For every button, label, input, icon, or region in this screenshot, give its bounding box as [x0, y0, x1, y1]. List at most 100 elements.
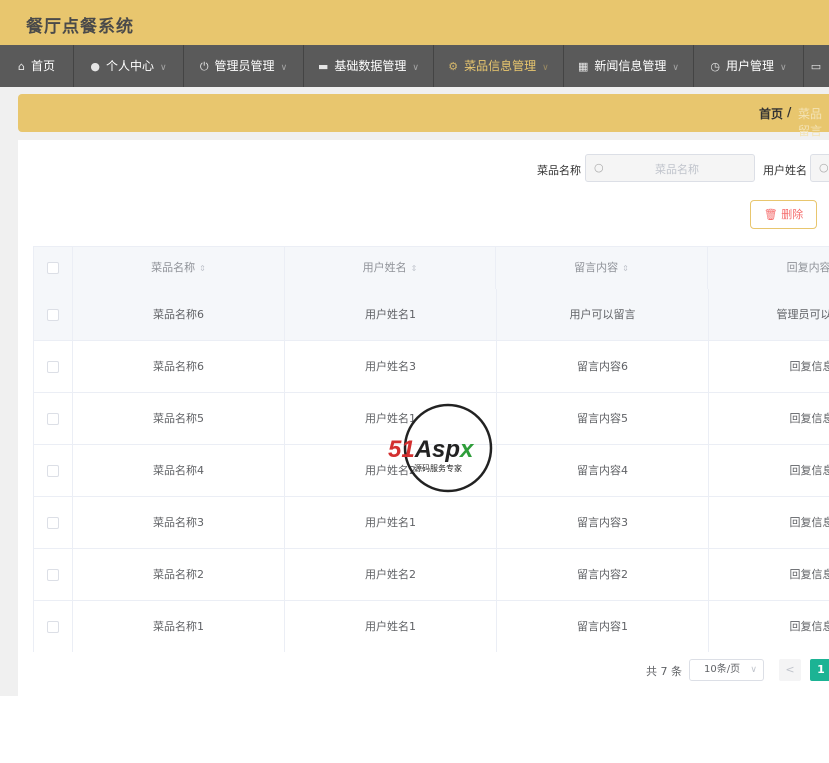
- cell-user: 用户姓名1: [285, 289, 497, 340]
- cell-reply: 管理员可以回复: [776, 308, 829, 321]
- user-name-label: 用户姓名: [763, 164, 807, 177]
- column-header-reply[interactable]: 回复内容⇕: [708, 247, 829, 289]
- sort-icon[interactable]: ⇕: [411, 264, 418, 273]
- chevron-down-icon: ∨: [160, 63, 167, 73]
- monitor-icon: ▬: [317, 60, 329, 73]
- row-select-cell: [34, 393, 73, 444]
- chevron-down-icon: ∨: [412, 63, 419, 73]
- cell-reply: 回复信息1: [789, 620, 829, 633]
- chevron-down-icon: ∨: [672, 63, 679, 73]
- chevron-down-icon: ∨: [780, 63, 787, 73]
- breadcrumb: 首页 / 菜品留言: [18, 94, 829, 138]
- cell-reply: 回复信息2: [789, 568, 829, 581]
- nav-item-label: 用户管理: [726, 59, 775, 73]
- cell-dish: 菜品名称2: [73, 549, 285, 600]
- table-row[interactable]: 菜品名称1 用户姓名1 留言内容1 回复信息1: [34, 601, 829, 652]
- table-row[interactable]: 菜品名称3 用户姓名1 留言内容3 回复信息3: [34, 497, 829, 549]
- gear-icon: ⚙: [448, 60, 459, 73]
- nav-item-users[interactable]: ◷ 用户管理 ∨: [694, 45, 804, 87]
- nav-item-admin[interactable]: ⏻ 管理员管理 ∨: [184, 45, 304, 87]
- page-number-current[interactable]: 1: [810, 659, 829, 681]
- row-checkbox[interactable]: [47, 621, 59, 633]
- row-checkbox[interactable]: [47, 569, 59, 581]
- cell-user: 用户姓名1: [285, 497, 497, 548]
- nav-item-personal[interactable]: ● 个人中心 ∨: [74, 45, 184, 87]
- column-header-label: 回复内容: [786, 261, 829, 274]
- sort-icon[interactable]: ⇕: [199, 264, 206, 273]
- cell-reply: 回复信息3: [789, 516, 829, 529]
- row-checkbox[interactable]: [47, 517, 59, 529]
- cell-user: 用户姓名1: [285, 601, 497, 652]
- page-size-select[interactable]: 10条/页 ∨: [689, 659, 764, 681]
- nav-item-label: 菜品信息管理: [464, 59, 537, 73]
- watermark-brand: 51Aspx: [388, 436, 475, 463]
- nav-item-more[interactable]: ▭: [804, 45, 829, 87]
- cell-dish: 菜品名称1: [73, 601, 285, 652]
- cell-dish: 菜品名称3: [73, 497, 285, 548]
- row-checkbox[interactable]: [47, 361, 59, 373]
- column-header-message[interactable]: 留言内容 ⇕: [496, 247, 708, 289]
- delete-button[interactable]: 🗑 删除: [750, 200, 817, 229]
- cell-message: 留言内容5: [497, 393, 709, 444]
- row-select-cell: [34, 497, 73, 548]
- row-select-cell: [34, 445, 73, 496]
- prev-page-button[interactable]: <: [779, 659, 801, 681]
- table-row[interactable]: 菜品名称6 用户姓名3 留言内容6 回复信息6: [34, 341, 829, 393]
- cell-reply: 回复信息5: [789, 412, 829, 425]
- select-all-checkbox[interactable]: [47, 262, 59, 274]
- row-checkbox[interactable]: [47, 465, 59, 477]
- chevron-down-icon: ∨: [750, 665, 757, 675]
- nav-item-label: 个人中心: [106, 59, 155, 73]
- dish-name-input[interactable]: [610, 159, 744, 179]
- table-row[interactable]: 菜品名称2 用户姓名2 留言内容2 回复信息2: [34, 549, 829, 601]
- row-select-cell: [34, 289, 73, 340]
- cell-message: 留言内容6: [497, 341, 709, 392]
- sort-icon[interactable]: ⇕: [622, 264, 629, 273]
- row-checkbox[interactable]: [47, 413, 59, 425]
- nav-item-home[interactable]: ⌂ 首页: [0, 45, 74, 87]
- app-header: 餐厅点餐系统: [0, 0, 829, 45]
- column-header-label: 用户姓名: [362, 261, 407, 274]
- cell-message: 留言内容3: [497, 497, 709, 548]
- nav-item-base-data[interactable]: ▬ 基础数据管理 ∨: [304, 45, 434, 87]
- page-size-value: 10条/页: [704, 664, 741, 675]
- watermark-tagline: 源码服务专家: [414, 463, 462, 473]
- select-all-cell: [34, 247, 73, 289]
- cell-dish: 菜品名称5: [73, 393, 285, 444]
- nav-item-label: 新闻信息管理: [594, 59, 667, 73]
- nav-item-label: 管理员管理: [214, 59, 275, 73]
- row-select-cell: [34, 601, 73, 652]
- cell-user: 用户姓名3: [285, 341, 497, 392]
- power-icon: ⏻: [199, 60, 209, 73]
- chevron-down-icon: ∨: [542, 63, 549, 73]
- cell-dish: 菜品名称4: [73, 445, 285, 496]
- table-header: 菜品名称⇕ 用户姓名⇕ 留言内容⇕ 回复内容⇕: [34, 247, 829, 290]
- row-select-cell: [34, 341, 73, 392]
- app-title: 餐厅点餐系统: [26, 17, 134, 37]
- column-header-user[interactable]: 用户姓名 ⇕: [285, 247, 496, 289]
- delete-button-label: 删除: [781, 208, 804, 221]
- grid-icon: ▦: [577, 60, 589, 73]
- nav-item-label: 首页: [30, 59, 55, 73]
- user-icon: ●: [90, 60, 100, 73]
- row-checkbox[interactable]: [47, 309, 59, 321]
- pagination-total: 共 7 条: [646, 665, 682, 678]
- nav-item-news[interactable]: ▦ 新闻信息管理 ∨: [564, 45, 694, 87]
- breadcrumb-home[interactable]: 首页: [759, 105, 783, 122]
- cell-reply: 回复信息4: [789, 464, 829, 477]
- clock-icon: ◷: [710, 60, 720, 73]
- user-name-search: ○: [810, 154, 829, 182]
- column-header-dish[interactable]: 菜品名称 ⇕: [73, 247, 285, 289]
- dish-name-search: ○: [585, 154, 755, 182]
- cell-dish: 菜品名称6: [73, 341, 285, 392]
- breadcrumb-separator: /: [787, 105, 792, 119]
- cell-message: 留言内容1: [497, 601, 709, 652]
- table-row[interactable]: 菜品名称6 用户姓名1 用户可以留言 管理员可以回复: [34, 289, 829, 341]
- message-icon: ▭: [810, 60, 822, 73]
- nav-item-dish-info[interactable]: ⚙ 菜品信息管理 ∨: [434, 45, 564, 87]
- breadcrumb-current: 菜品留言: [798, 107, 823, 138]
- search-icon: ○: [819, 161, 829, 174]
- chevron-down-icon: ∨: [280, 63, 288, 73]
- nav-item-label: 基础数据管理: [334, 59, 407, 73]
- cell-user: 用户姓名2: [285, 549, 497, 600]
